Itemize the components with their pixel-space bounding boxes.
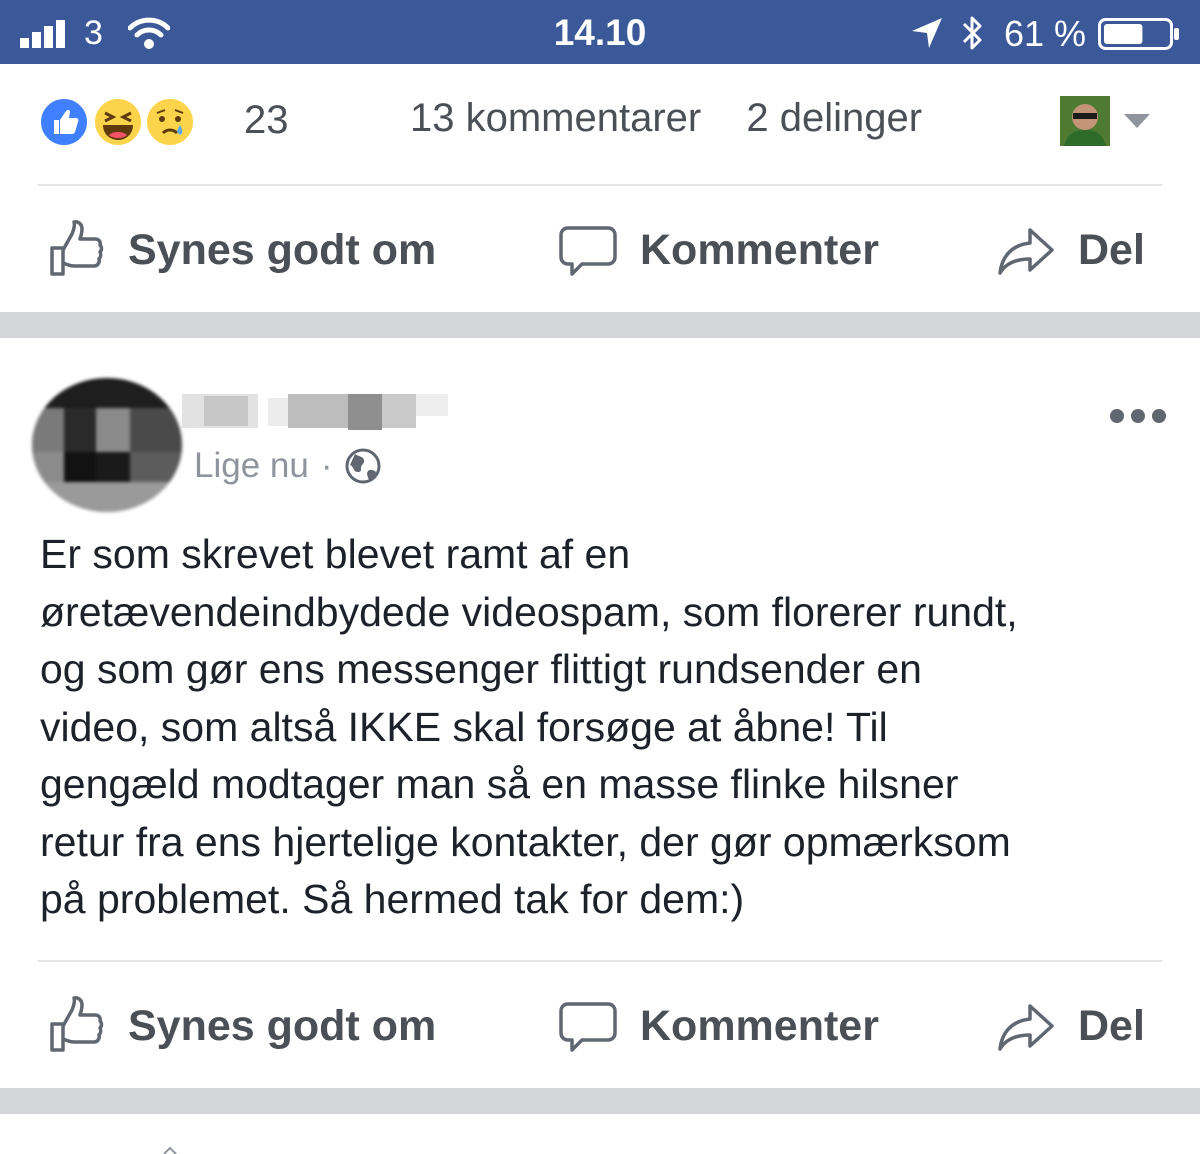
like-button[interactable]: Synes godt om xyxy=(46,976,436,1076)
haha-reaction-icon xyxy=(92,96,144,148)
like-button-label: Synes godt om xyxy=(128,225,437,274)
battery-percent: 61 % xyxy=(1004,13,1087,54)
more-options-icon[interactable] xyxy=(1110,406,1166,426)
author-avatar[interactable] xyxy=(32,378,182,512)
comment-count-link[interactable]: 13 kommentarer xyxy=(410,96,701,140)
share-button-label: Del xyxy=(1078,1001,1145,1050)
comment-icon xyxy=(559,226,617,276)
share-button-label: Del xyxy=(1078,225,1145,274)
post-meta: Lige nu · xyxy=(194,446,382,486)
share-button[interactable]: Del xyxy=(996,976,1145,1076)
reactions-summary[interactable]: 23 xyxy=(38,96,289,150)
post-body-text: Er som skrevet blevet ramt af en øretæve… xyxy=(40,531,1018,922)
share-button[interactable]: Del xyxy=(996,200,1145,300)
share-icon xyxy=(998,1004,1054,1051)
bluetooth-icon xyxy=(962,16,982,50)
action-bar: Synes godt om Kommenter Del xyxy=(0,200,1200,300)
next-post-peek xyxy=(163,1146,177,1154)
status-bar: 3 14.10 61 % xyxy=(0,0,1200,64)
reaction-count: 23 xyxy=(244,98,289,142)
comment-button-label: Kommenter xyxy=(640,1001,879,1050)
globe-icon[interactable] xyxy=(344,447,382,485)
like-button-label: Synes godt om xyxy=(128,1001,437,1050)
like-reaction-icon xyxy=(38,96,90,148)
chevron-down-icon[interactable] xyxy=(1124,114,1150,128)
share-count-link[interactable]: 2 delinger xyxy=(746,96,922,140)
divider xyxy=(38,960,1162,962)
location-icon xyxy=(912,18,942,48)
actor-avatar[interactable] xyxy=(1060,96,1110,146)
comment-button-label: Kommenter xyxy=(640,225,879,274)
meta-separator: · xyxy=(320,446,333,485)
comment-icon xyxy=(559,1002,617,1052)
thumbs-up-icon xyxy=(50,996,104,1052)
sad-reaction-icon xyxy=(144,96,196,148)
action-bar: Synes godt om Kommenter Del xyxy=(0,976,1200,1076)
like-button[interactable]: Synes godt om xyxy=(46,200,436,300)
post-timestamp[interactable]: Lige nu xyxy=(194,446,309,486)
engagement-counts: 13 kommentarer 2 delinger xyxy=(410,96,922,141)
comment-button[interactable]: Kommenter xyxy=(558,200,879,300)
thumbs-up-icon xyxy=(50,220,104,276)
share-icon xyxy=(998,228,1054,275)
feed-separator xyxy=(0,1088,1200,1114)
battery-icon xyxy=(1098,18,1179,50)
author-name-redacted[interactable] xyxy=(182,392,448,432)
feed-separator xyxy=(0,312,1200,338)
comment-button[interactable]: Kommenter xyxy=(558,976,879,1076)
divider xyxy=(38,184,1162,186)
